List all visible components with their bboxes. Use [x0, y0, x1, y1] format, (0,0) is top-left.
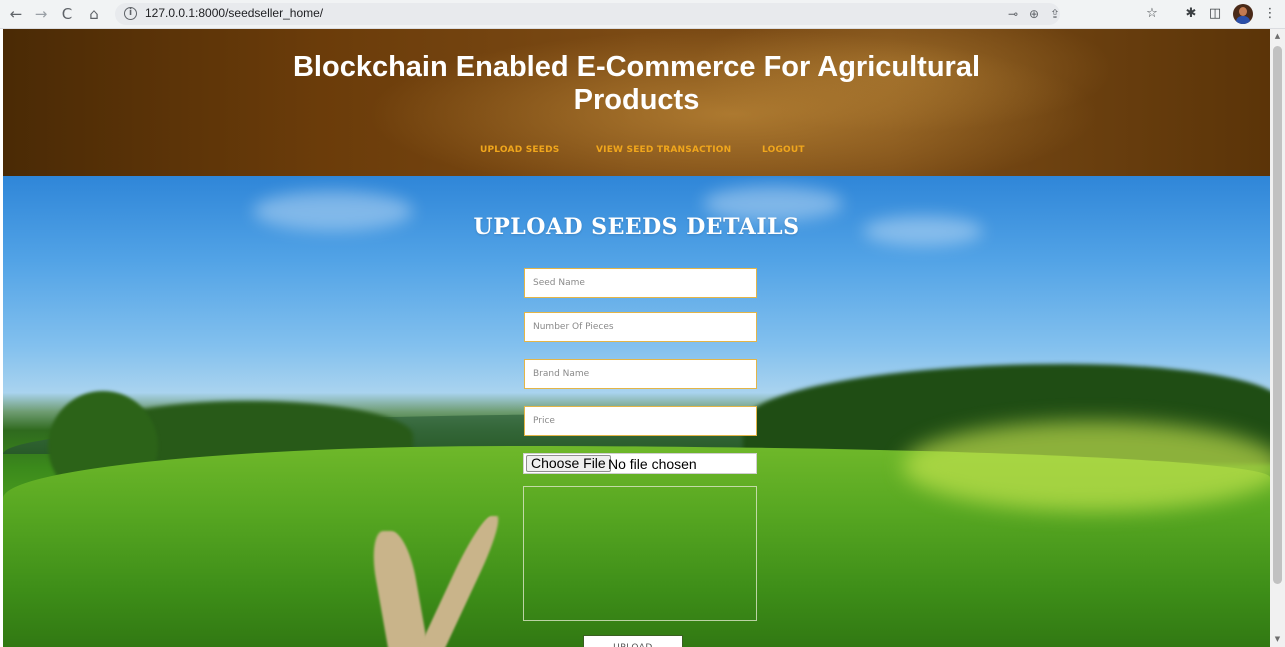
url-text[interactable]: 127.0.0.1:8000/seedseller_home/ [145, 6, 323, 20]
share-icon[interactable]: ⇪ [1047, 6, 1063, 22]
form-title: UPLOAD SEEDS DETAILS [473, 214, 800, 240]
number-of-pieces-input[interactable] [524, 312, 757, 342]
seed-name-input[interactable] [524, 268, 757, 298]
password-key-icon[interactable]: ⊸ [1005, 6, 1021, 22]
reload-icon[interactable]: C [57, 4, 77, 24]
zoom-icon[interactable]: ⊕ [1026, 6, 1042, 22]
site-header: Blockchain Enabled E-Commerce For Agricu… [3, 29, 1270, 176]
scrollbar-thumb[interactable] [1273, 46, 1282, 584]
file-status-text: No file chosen [608, 456, 697, 472]
site-info-icon[interactable]: i [124, 7, 137, 20]
choose-file-button[interactable]: Choose File [526, 455, 611, 472]
browser-menu-icon[interactable]: ⋮ [1261, 5, 1279, 23]
price-input[interactable] [524, 406, 757, 436]
scroll-up-arrow-icon[interactable]: ▲ [1270, 29, 1285, 44]
description-textarea[interactable] [523, 486, 757, 621]
nav-view-seed-transaction[interactable]: VIEW SEED TRANSACTION [596, 145, 731, 155]
home-icon[interactable]: ⌂ [84, 4, 104, 24]
forward-arrow-icon[interactable]: → [31, 4, 51, 24]
extensions-icon[interactable]: ✱ [1182, 5, 1200, 23]
page-title: Blockchain Enabled E-Commerce For Agricu… [3, 51, 1270, 117]
side-panel-icon[interactable]: ◫ [1206, 5, 1224, 23]
profile-avatar[interactable] [1233, 4, 1253, 24]
back-arrow-icon[interactable]: ← [6, 4, 26, 24]
bookmark-star-icon[interactable]: ☆ [1143, 5, 1161, 23]
brand-name-input[interactable] [524, 359, 757, 389]
browser-toolbar: ← → C ⌂ i 127.0.0.1:8000/seedseller_home… [0, 0, 1285, 29]
nav-logout[interactable]: LOGOUT [762, 145, 805, 155]
title-line-1: Blockchain Enabled E-Commerce For Agricu… [292, 51, 981, 83]
upload-button[interactable]: UPLOAD [583, 635, 683, 647]
scroll-down-arrow-icon[interactable]: ▼ [1270, 632, 1285, 647]
title-line-2: Products [573, 84, 700, 116]
main-content: UPLOAD SEEDS DETAILS Choose File No file… [3, 176, 1270, 647]
nav-upload-seeds[interactable]: UPLOAD SEEDS [480, 145, 559, 155]
file-input[interactable]: Choose File No file chosen [523, 453, 757, 474]
sunlit-field [903, 421, 1270, 511]
page-scrollbar[interactable]: ▲ ▼ [1270, 29, 1285, 647]
address-bar[interactable]: i 127.0.0.1:8000/seedseller_home/ ⊸ ⊕ ⇪ [115, 3, 1060, 25]
